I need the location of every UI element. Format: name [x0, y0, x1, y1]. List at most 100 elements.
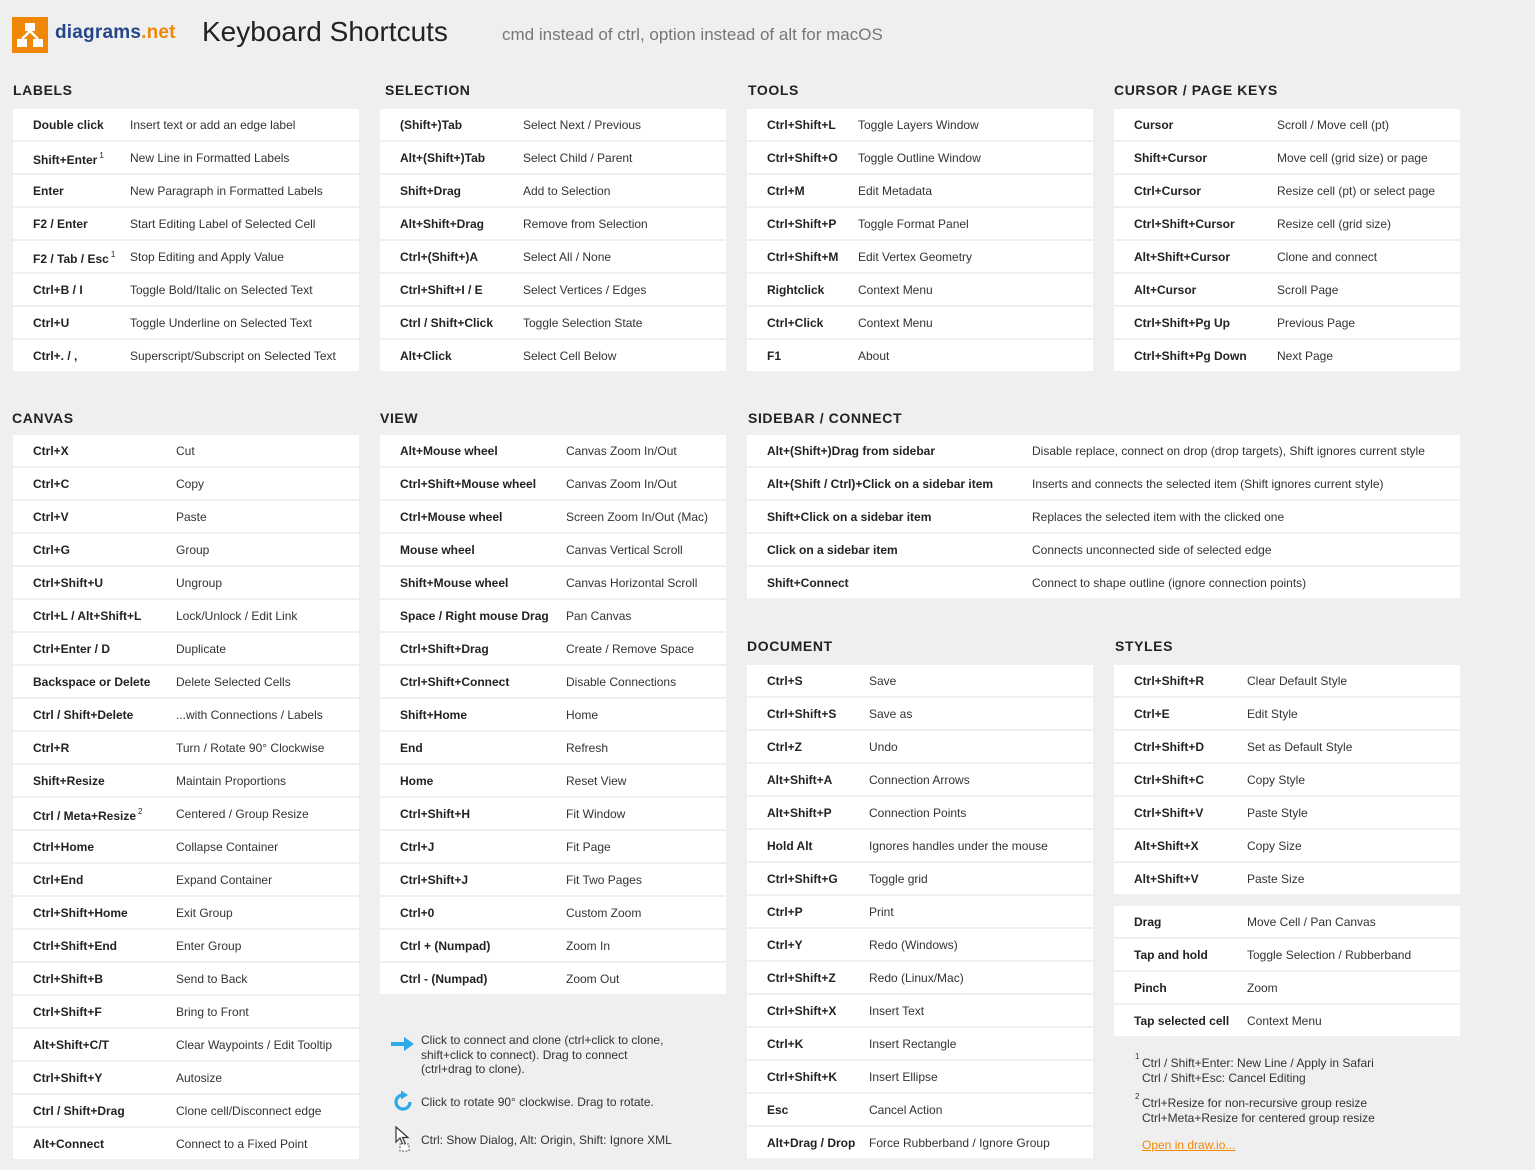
shortcut-description: Custom Zoom — [566, 906, 642, 920]
shortcut-description: Clone and connect — [1277, 250, 1378, 264]
shortcut-row: Ctrl+Shift+Z Redo (Linux/Mac) — [747, 962, 1093, 993]
footnote-marker: 1 — [99, 151, 104, 160]
shortcut-key-text: F2 / Enter — [33, 217, 88, 231]
shortcut-key: Ctrl+G — [33, 543, 70, 557]
section-title-selection: SELECTION — [385, 82, 471, 98]
shortcut-key: Ctrl+Shift+U — [33, 576, 103, 590]
shortcut-row: Ctrl+S Save — [747, 665, 1093, 696]
shortcut-row: Shift+Connect Connect to shape outline (i… — [747, 567, 1460, 598]
shortcut-key-text: Alt+(Shift+)Tab — [400, 151, 486, 165]
shortcut-description: Start Editing Label of Selected Cell — [130, 217, 316, 231]
diagrams-logo-icon[interactable] — [12, 17, 48, 53]
shortcut-key-text: Ctrl+Enter / D — [33, 642, 111, 656]
shortcut-key-text: Ctrl+B / I — [33, 283, 83, 297]
shortcut-row: Alt+Shift+C/T Clear Waypoints / Edit Tool… — [13, 1029, 359, 1060]
shortcut-key-text: Ctrl+Shift+Connect — [400, 675, 510, 689]
shortcut-key-text: Space / Right mouse Drag — [400, 609, 549, 623]
shortcut-key-text: Ctrl+Shift+Home — [33, 906, 128, 920]
shortcut-key: Alt+Drag / Drop — [767, 1136, 855, 1150]
shortcut-key-text: Backspace or Delete — [33, 675, 151, 689]
shortcut-description: Group — [176, 543, 210, 557]
shortcut-description: Ungroup — [176, 576, 223, 590]
shortcut-description: Home — [566, 708, 599, 722]
shortcut-row: Alt+(Shift+)Tab Select Child / Parent — [380, 142, 726, 173]
shortcut-row: Backspace or Delete Delete Selected Cells — [13, 666, 359, 697]
shortcut-key: Click on a sidebar item — [767, 543, 898, 557]
shortcut-key: Alt+Shift+C/T — [33, 1038, 109, 1052]
open-in-drawio-link[interactable]: Open in draw.io... — [1142, 1138, 1235, 1152]
footnote-line: Ctrl / Shift+Esc: Cancel Editing — [1142, 1070, 1306, 1085]
shortcut-key-text: F2 / Tab / Esc — [33, 252, 109, 266]
shortcut-key: Enter — [33, 184, 64, 198]
shortcut-row: Ctrl - (Numpad) Zoom Out — [380, 963, 726, 994]
shortcut-key-text: Shift+Cursor — [1134, 151, 1208, 165]
shortcut-row: Tap selected cell Context Menu — [1114, 1005, 1460, 1036]
shortcut-row: Alt+Drag / Drop Force Rubberband / Ignore… — [747, 1127, 1093, 1158]
shortcut-row: Ctrl+Shift+X Insert Text — [747, 995, 1093, 1026]
shortcut-row: Ctrl+Shift+K Insert Ellipse — [747, 1061, 1093, 1092]
shortcut-key-text: Double click — [33, 118, 104, 132]
shortcut-row: Ctrl+J Fit Page — [380, 831, 726, 862]
shortcut-key-text: Ctrl+Shift+R — [1134, 674, 1205, 688]
shortcut-key: Ctrl+C — [33, 477, 69, 491]
shortcut-description: Context Menu — [1247, 1014, 1322, 1028]
connect-tip: Click to connect and clone (ctrl+click t… — [421, 1033, 663, 1077]
shortcut-row: Space / Right mouse Drag Pan Canvas — [380, 600, 726, 631]
shortcut-key: Ctrl+Shift+Pg Up — [1134, 316, 1230, 330]
shortcut-key-text: Ctrl+Y — [767, 938, 803, 952]
shortcut-key: Ctrl+Enter / D — [33, 642, 110, 656]
shortcut-description: Refresh — [566, 741, 609, 755]
shortcut-key: Ctrl+L / Alt+Shift+L — [33, 609, 141, 623]
shortcut-key: Ctrl+V — [33, 510, 69, 524]
shortcut-description: Screen Zoom In/Out (Mac) — [566, 510, 709, 524]
shortcut-description: Collapse Container — [176, 840, 279, 854]
shortcut-key-text: Ctrl+Shift+S — [767, 707, 837, 721]
shortcut-description: Select All / None — [523, 250, 612, 264]
shortcut-row: Ctrl+Shift+Connect Disable Connections — [380, 666, 726, 697]
shortcut-key-text: (Shift+)Tab — [400, 118, 463, 132]
shortcut-key-text: Shift+Connect — [767, 576, 849, 590]
section-title-sidebar: SIDEBAR / CONNECT — [748, 410, 903, 426]
logo-text[interactable]: diagrams.net — [55, 22, 176, 44]
shortcut-description: Disable Connections — [566, 675, 677, 689]
shortcut-key-text: Ctrl+Shift+Mouse wheel — [400, 477, 537, 491]
shortcut-row: Ctrl+M Edit Metadata — [747, 175, 1093, 206]
shortcut-key-text: End — [400, 741, 423, 755]
shortcut-key: Ctrl+Click — [767, 316, 823, 330]
shortcut-description: Delete Selected Cells — [176, 675, 291, 689]
shortcut-row: Mouse wheel Canvas Vertical Scroll — [380, 534, 726, 565]
shortcut-key: Ctrl+Shift+O — [767, 151, 838, 165]
shortcut-key-text: F1 — [767, 349, 782, 363]
shortcut-key-text: Ctrl+Shift+M — [767, 250, 839, 264]
shortcut-row: Ctrl+V Paste — [13, 501, 359, 532]
section-title-tools: TOOLS — [748, 82, 799, 98]
footnote-line: Ctrl+Resize for non-recursive group resi… — [1142, 1096, 1368, 1110]
shortcut-key-text: Ctrl+Shift+F — [33, 1005, 102, 1019]
shortcut-key: Ctrl+Z — [767, 740, 802, 754]
shortcut-key: Ctrl+M — [767, 184, 805, 198]
shortcut-row: Ctrl+End Expand Container — [13, 864, 359, 895]
shortcut-row: Ctrl / Shift+Drag Clone cell/Disconnect e… — [13, 1095, 359, 1126]
shortcut-description: Maintain Proportions — [176, 774, 287, 788]
shortcut-key: Ctrl+Shift+I / E — [400, 283, 483, 297]
shortcut-key-text: Ctrl+U — [33, 316, 70, 330]
shortcut-row: Tap and hold Toggle Selection / Rubberban… — [1114, 939, 1460, 970]
shortcut-key-text: Ctrl / Shift+Drag — [33, 1104, 125, 1118]
shortcut-row: Ctrl+Shift+P Toggle Format Panel — [747, 208, 1093, 239]
shortcut-key: Ctrl+Shift+R — [1134, 674, 1204, 688]
shortcut-key: Ctrl+Shift+H — [400, 807, 470, 821]
shortcut-row: Ctrl+Shift+G Toggle grid — [747, 863, 1093, 894]
shortcut-row: Ctrl+Shift+Home Exit Group — [13, 897, 359, 928]
footnote-marker: 1 — [1135, 1052, 1140, 1061]
shortcut-description: Insert Rectangle — [869, 1037, 957, 1051]
shortcut-key-text: Alt+Drag / Drop — [767, 1136, 856, 1150]
shortcut-description: Toggle Format Panel — [858, 217, 969, 231]
shortcut-key: Ctrl+End — [33, 873, 83, 887]
shortcut-key-text: Ctrl+0 — [400, 906, 435, 920]
shortcut-key: Shift+Connect — [767, 576, 849, 590]
shortcut-key-text: Ctrl+Z — [767, 740, 803, 754]
shortcut-key: Shift+Resize — [33, 774, 105, 788]
shortcut-key-text: Ctrl+M — [767, 184, 805, 198]
shortcut-key: Alt+Shift+Cursor — [1134, 250, 1230, 264]
shortcut-key: Ctrl+Shift+Cursor — [1134, 217, 1235, 231]
